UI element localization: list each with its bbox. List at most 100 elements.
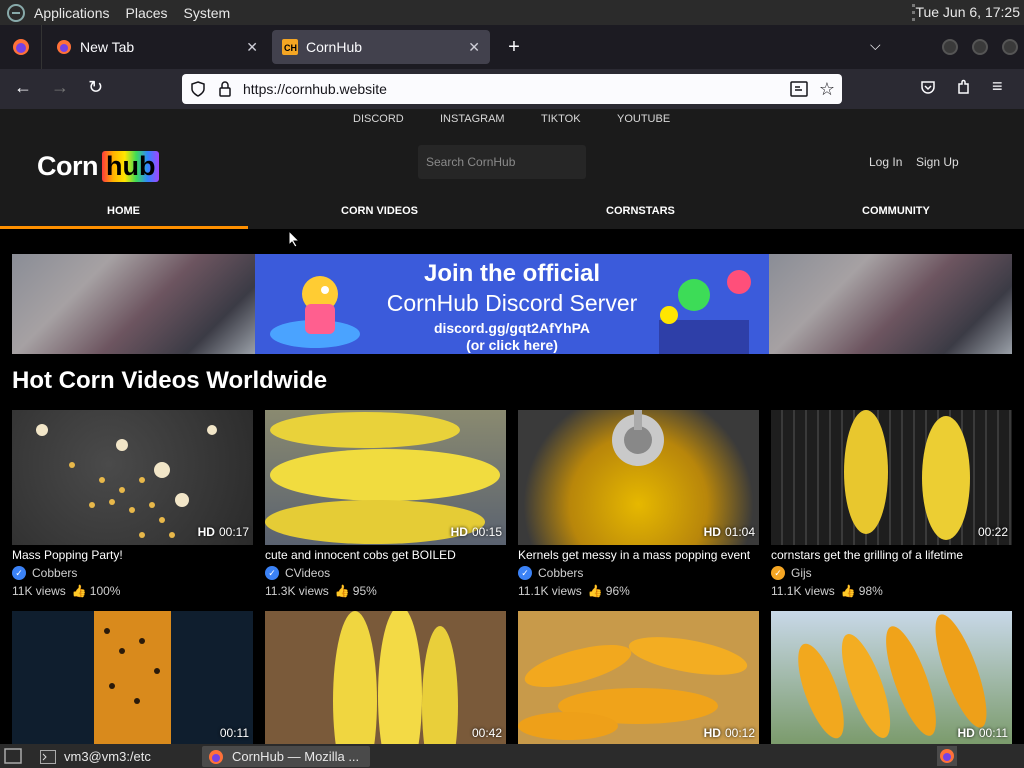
- extensions-puzzle-icon[interactable]: [956, 79, 972, 95]
- social-link-discord[interactable]: DISCORD: [353, 113, 404, 125]
- social-links-bar: DISCORD INSTAGRAM TIKTOK YOUTUBE: [0, 109, 1024, 131]
- clock[interactable]: Tue Jun 6, 17:25: [915, 4, 1020, 20]
- section-title: Hot Corn Videos Worldwide: [12, 367, 328, 394]
- bookmark-star-icon[interactable]: ☆: [819, 79, 835, 100]
- video-title[interactable]: Mass Popping Party!: [12, 548, 253, 562]
- url-bar[interactable]: https://cornhub.website ☆: [182, 74, 842, 104]
- tab-cornhub[interactable]: CH CornHub ✕: [272, 30, 490, 64]
- show-desktop-icon[interactable]: [4, 748, 22, 764]
- nav-corn-videos[interactable]: CORN VIDEOS: [341, 205, 418, 217]
- verified-badge-icon: ✓: [265, 566, 279, 580]
- video-thumbnail[interactable]: HD 00:17: [12, 410, 253, 545]
- site-navigation: HOME CORN VIDEOS CORNSTARS COMMUNITY: [0, 195, 1024, 229]
- video-card[interactable]: 00:42: [265, 611, 506, 744]
- nav-cornstars[interactable]: CORNSTARS: [606, 205, 675, 217]
- video-duration: HD 00:15: [450, 525, 502, 539]
- taskbar-item-firefox[interactable]: CornHub — Mozilla ...: [202, 746, 370, 767]
- firefox-view-button[interactable]: [0, 25, 42, 69]
- video-card[interactable]: HD 01:04 Kernels get messy in a mass popp…: [518, 410, 759, 598]
- nav-home[interactable]: HOME: [107, 205, 140, 217]
- social-link-instagram[interactable]: INSTAGRAM: [440, 113, 505, 125]
- search-input[interactable]: Search CornHub: [418, 145, 586, 179]
- system-menu[interactable]: System: [184, 5, 231, 21]
- new-tab-button[interactable]: +: [502, 36, 526, 59]
- tab-label: New Tab: [80, 39, 135, 55]
- video-stats: 11.1K views 👍 98%: [771, 584, 883, 598]
- video-duration: 00:11: [219, 726, 249, 740]
- video-thumbnail[interactable]: HD 00:11: [771, 611, 1012, 744]
- firefox-icon: [12, 39, 29, 55]
- logo-hub-text: hub: [102, 151, 160, 182]
- video-channel[interactable]: ✓ Cobbers: [518, 566, 759, 580]
- video-thumbnail[interactable]: HD 01:04: [518, 410, 759, 545]
- video-duration: HD 01:04: [703, 525, 755, 539]
- banner-right-image: [769, 254, 1012, 354]
- site-logo[interactable]: Corn hub: [37, 151, 160, 182]
- workspace-switcher-icon[interactable]: [937, 746, 957, 766]
- video-card[interactable]: HD 00:12: [518, 611, 759, 744]
- url-text[interactable]: https://cornhub.website: [243, 81, 387, 97]
- minimize-window-button[interactable]: [942, 39, 958, 55]
- video-thumbnail[interactable]: HD 00:12: [518, 611, 759, 744]
- video-thumbnail[interactable]: HD 00:15: [265, 410, 506, 545]
- video-duration: HD 00:17: [197, 525, 249, 539]
- logo-corn-text: Corn: [37, 151, 99, 181]
- active-nav-underline: [0, 226, 248, 229]
- video-channel[interactable]: ✓ Cobbers: [12, 566, 253, 580]
- lock-icon[interactable]: [218, 81, 232, 97]
- signup-link[interactable]: Sign Up: [916, 155, 959, 169]
- applications-menu[interactable]: Applications: [34, 5, 110, 21]
- tab-label: CornHub: [306, 39, 363, 55]
- video-card[interactable]: 00:11: [12, 611, 253, 744]
- system-top-panel: Applications Places System Tue Jun 6, 17…: [0, 0, 1024, 25]
- back-arrow-icon[interactable]: ←: [14, 77, 32, 98]
- forward-arrow-icon[interactable]: →: [51, 77, 69, 98]
- video-stats: 11K views 👍 100%: [12, 584, 121, 598]
- mouse-cursor-icon: [288, 230, 300, 248]
- video-card[interactable]: HD 00:15 cute and innocent cobs get BOILE…: [265, 410, 506, 598]
- maximize-window-button[interactable]: [972, 39, 988, 55]
- close-tab-icon[interactable]: ✕: [246, 39, 258, 56]
- reader-view-icon[interactable]: [790, 81, 808, 97]
- video-card[interactable]: HD 00:17 Mass Popping Party! ✓ Cobbers 11K…: [12, 410, 253, 598]
- video-stats: 11.1K views 👍 96%: [518, 584, 630, 598]
- video-card[interactable]: HD 00:11: [771, 611, 1012, 744]
- places-menu[interactable]: Places: [126, 5, 168, 21]
- taskbar-item-terminal[interactable]: vm3@vm3:/etc: [34, 746, 157, 767]
- video-channel[interactable]: ✓ Gijs: [771, 566, 1012, 580]
- video-thumbnail[interactable]: 00:11: [12, 611, 253, 744]
- close-tab-icon[interactable]: ✕: [468, 39, 480, 56]
- video-thumbnail[interactable]: 00:42: [265, 611, 506, 744]
- channel-badge-icon: ✓: [771, 566, 785, 580]
- hamburger-menu-icon[interactable]: ≡: [992, 76, 1003, 97]
- video-title[interactable]: cute and innocent cobs get BOILED: [265, 548, 506, 562]
- svg-text:CH: CH: [284, 43, 297, 53]
- video-duration: 00:42: [471, 726, 502, 740]
- social-link-tiktok[interactable]: TIKTOK: [541, 113, 581, 125]
- firefox-icon: [209, 749, 223, 764]
- cornhub-favicon-icon: CH: [282, 39, 298, 55]
- verified-badge-icon: ✓: [518, 566, 532, 580]
- list-all-tabs-chevron-icon[interactable]: ⌵: [870, 37, 881, 54]
- close-window-button[interactable]: [1002, 39, 1018, 55]
- tab-new-tab[interactable]: New Tab ✕: [46, 30, 268, 64]
- social-link-youtube[interactable]: YOUTUBE: [617, 113, 670, 125]
- bottom-taskbar: vm3@vm3:/etc CornHub — Mozilla ...: [0, 744, 1024, 768]
- video-duration: HD 00:11: [957, 726, 1008, 740]
- video-card[interactable]: 00:22 cornstars get the grilling of a li…: [771, 410, 1012, 598]
- gnome-foot-icon[interactable]: [6, 3, 26, 23]
- thumbs-up-icon: 👍: [71, 584, 87, 598]
- video-thumbnail[interactable]: 00:22: [771, 410, 1012, 545]
- nav-community[interactable]: COMMUNITY: [862, 205, 930, 217]
- pocket-icon[interactable]: [920, 79, 936, 95]
- site-header: Corn hub Search CornHub Log In Sign Up: [0, 131, 1024, 195]
- video-title[interactable]: Kernels get messy in a mass popping even…: [518, 548, 759, 562]
- reload-icon[interactable]: ↻: [88, 77, 103, 98]
- thumbs-up-icon: 👍: [334, 584, 350, 598]
- video-title[interactable]: cornstars get the grilling of a lifetime: [771, 548, 1012, 562]
- tracking-shield-icon[interactable]: [190, 81, 206, 97]
- video-channel[interactable]: ✓ CVideos: [265, 566, 506, 580]
- discord-banner[interactable]: Join the official CornHub Discord Server…: [12, 254, 1012, 354]
- terminal-icon: [40, 749, 56, 764]
- login-link[interactable]: Log In: [869, 155, 902, 169]
